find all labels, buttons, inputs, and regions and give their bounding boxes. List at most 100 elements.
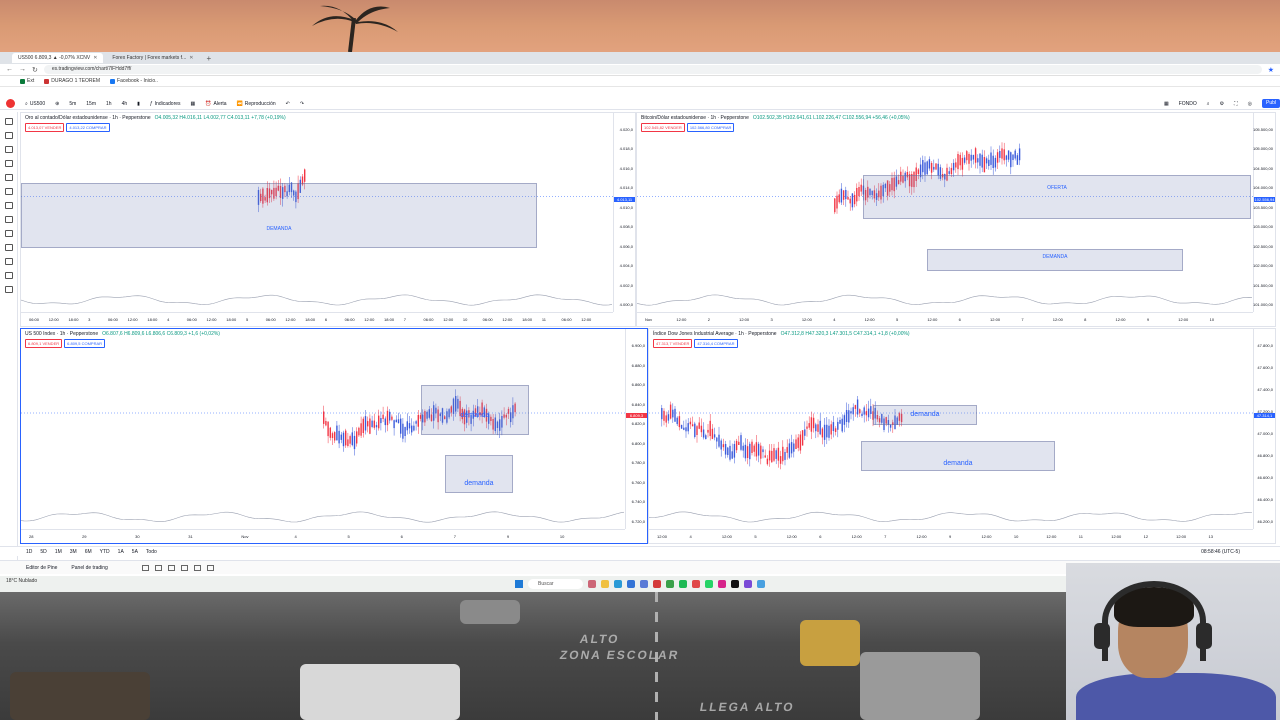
range-1d[interactable]: 1D [26,549,32,555]
star-icon[interactable]: ★ [1268,66,1274,74]
taskbar-search-input[interactable]: Buscar [528,579,583,589]
range-5a[interactable]: 5A [132,549,138,555]
range-3m[interactable]: 3M [70,549,77,555]
url-input[interactable]: es.tradingview.com/chart/7lFHdd7ff/ [43,65,1262,74]
tab-tradingview[interactable]: US500 6.809,3 ▲ -0,07% XCNV ✕ [12,53,104,63]
candle-chart[interactable] [649,329,1276,544]
demand-zone[interactable]: DEMANDA [21,183,537,248]
fib-icon[interactable] [4,146,13,153]
pattern-icon[interactable] [4,160,13,167]
indicators-button[interactable]: ƒ Indicadores [150,101,181,107]
close-icon[interactable]: ✕ [189,53,193,63]
back-icon[interactable]: ← [6,66,13,73]
candles-icon[interactable]: ▮ [137,101,140,107]
supply-zone[interactable]: OFERTA [863,175,1251,219]
price-scale[interactable]: 105.500,00 105.000,00 104.500,00 104.000,00… [1253,113,1275,312]
trendline-icon[interactable] [4,132,13,139]
tab-trading-panel[interactable]: Panel de trading [71,565,107,571]
time-scale[interactable]: 12:00 4 12:00 5 12:00 6 12:00 7 12:00 9 12:00 10 12:… [649,529,1253,543]
price-scale[interactable]: 4.020,0 4.018,0 4.016,0 4.014,0 4.010,0 4.008… [613,113,635,312]
range-1m[interactable]: 1M [55,549,62,555]
search-icon[interactable]: ⌕ [1207,101,1210,107]
files-icon[interactable] [601,580,609,588]
settings-icon[interactable]: ⚙ [1220,101,1224,107]
text-icon[interactable] [206,564,214,571]
chart-pane-bitcoin[interactable]: OFERTA DEMANDA Bitcoin/Dólar estadounide… [636,112,1276,327]
weather-widget[interactable]: 18°C Nublado [6,578,37,584]
range-ytd[interactable]: YTD [100,549,110,555]
measure-icon[interactable] [4,216,13,223]
spotify-icon[interactable] [679,580,687,588]
sell-button[interactable]: 47.313,7 VENDER [653,339,693,348]
reload-icon[interactable]: ↻ [32,66,38,74]
demand-zone[interactable]: DEMANDA [927,249,1183,271]
demand-zone[interactable]: demanda [421,385,529,435]
opera-icon[interactable] [653,580,661,588]
range-6m[interactable]: 6M [85,549,92,555]
time-scale[interactable]: 06:00 12:00 18:00 3 06:00 12:00 18:00 4 06:00 12:… [21,312,613,326]
buy-button[interactable]: 6.809,5 COMPRAR [64,339,106,348]
candle-chart[interactable] [21,329,648,544]
app-icon[interactable] [692,580,700,588]
alert-button[interactable]: ⏰ Alerta [205,101,226,107]
rect-icon[interactable] [180,564,188,571]
windows-start-icon[interactable] [515,580,523,588]
replay-button[interactable]: ⏪ Reproducción [237,101,276,107]
price-scale[interactable]: 6.900,0 6.880,0 6.860,0 6.840,0 6.820,0 6.800… [625,329,647,529]
range-todo[interactable]: Todo [146,549,157,555]
shapes-icon[interactable] [4,188,13,195]
store-icon[interactable] [627,580,635,588]
chart-pane-gold[interactable]: DEMANDA Oro al contado/Dólar estadounide… [20,112,636,327]
chrome-icon[interactable] [666,580,674,588]
sell-button[interactable]: 6.809,1 VENDER [25,339,63,348]
buy-button[interactable]: 47.316,4 COMPRAR [694,339,738,348]
chart-pane-dowjones[interactable]: demanda demanda Índice Dow Jones Industr… [648,328,1276,544]
redo-icon[interactable]: ↷ [300,101,304,107]
demand-zone[interactable]: demanda [861,441,1055,471]
buy-button[interactable]: 4.013,22 COMPRAR [66,123,110,132]
publish-button[interactable]: Publ [1261,99,1280,108]
crosshair-icon[interactable] [4,118,13,125]
chart-pane-us500[interactable]: demanda demanda US 500 Index · 1h · Pepp… [20,328,648,544]
avatar[interactable] [6,99,15,108]
tab-forexfactory[interactable]: Forex Factory | Forex markets f... ✕ [106,53,199,63]
range-5d[interactable]: 5D [40,549,46,555]
magnet-icon[interactable] [4,244,13,251]
interval-4h[interactable]: 4h [122,101,128,107]
app-icon[interactable] [744,580,752,588]
interval-1h[interactable]: 1h [106,101,112,107]
interval-5m[interactable]: 5m [69,101,76,107]
new-tab-icon[interactable]: + [202,54,215,63]
fullscreen-icon[interactable]: ⛶ [1234,101,1238,107]
add-symbol-button[interactable]: ⊕ [55,101,59,107]
layout-icon[interactable]: ▦ [191,101,196,107]
instagram-icon[interactable] [718,580,726,588]
price-scale[interactable]: 47.800,0 47.600,0 47.400,0 47.200,0 47.000,0… [1253,329,1275,529]
arrow-icon[interactable] [193,564,201,571]
time-scale[interactable]: 28 29 30 31 Nov 4 5 6 7 9 10 [21,529,625,543]
bookmark-item[interactable]: Ext [20,78,34,84]
close-icon[interactable]: ✕ [93,53,97,63]
edge-icon[interactable] [614,580,622,588]
pencil-icon[interactable] [141,564,149,571]
taskview-icon[interactable] [588,580,596,588]
undo-icon[interactable]: ↶ [286,101,290,107]
zoom-icon[interactable] [4,230,13,237]
symbol-search[interactable]: ⌕ US500 [25,101,45,107]
range-1a[interactable]: 1A [118,549,124,555]
line-icon[interactable] [154,564,162,571]
tab-pine-editor[interactable]: Editor de Pine [26,565,57,571]
trash-icon[interactable] [4,286,13,293]
clock-label[interactable]: 08:58:46 (UTC-5) [1201,549,1240,555]
demand-zone[interactable]: demanda [445,455,513,493]
demand-zone[interactable]: demanda [873,405,977,425]
lock-icon[interactable] [4,258,13,265]
app-icon[interactable] [757,580,765,588]
buy-button[interactable]: 102.566,80 COMPRAR [686,123,735,132]
layout-name[interactable]: FONDO [1179,101,1197,107]
camera-icon[interactable]: ◎ [1248,101,1252,107]
sell-button[interactable]: 4.013,07 VENDER [25,123,65,132]
forward-icon[interactable]: → [19,66,26,73]
mail-icon[interactable] [640,580,648,588]
time-scale[interactable]: Nov 12:00 2 12:00 3 12:00 4 12:00 5 12:00 6 12:00 7 1… [637,312,1253,326]
